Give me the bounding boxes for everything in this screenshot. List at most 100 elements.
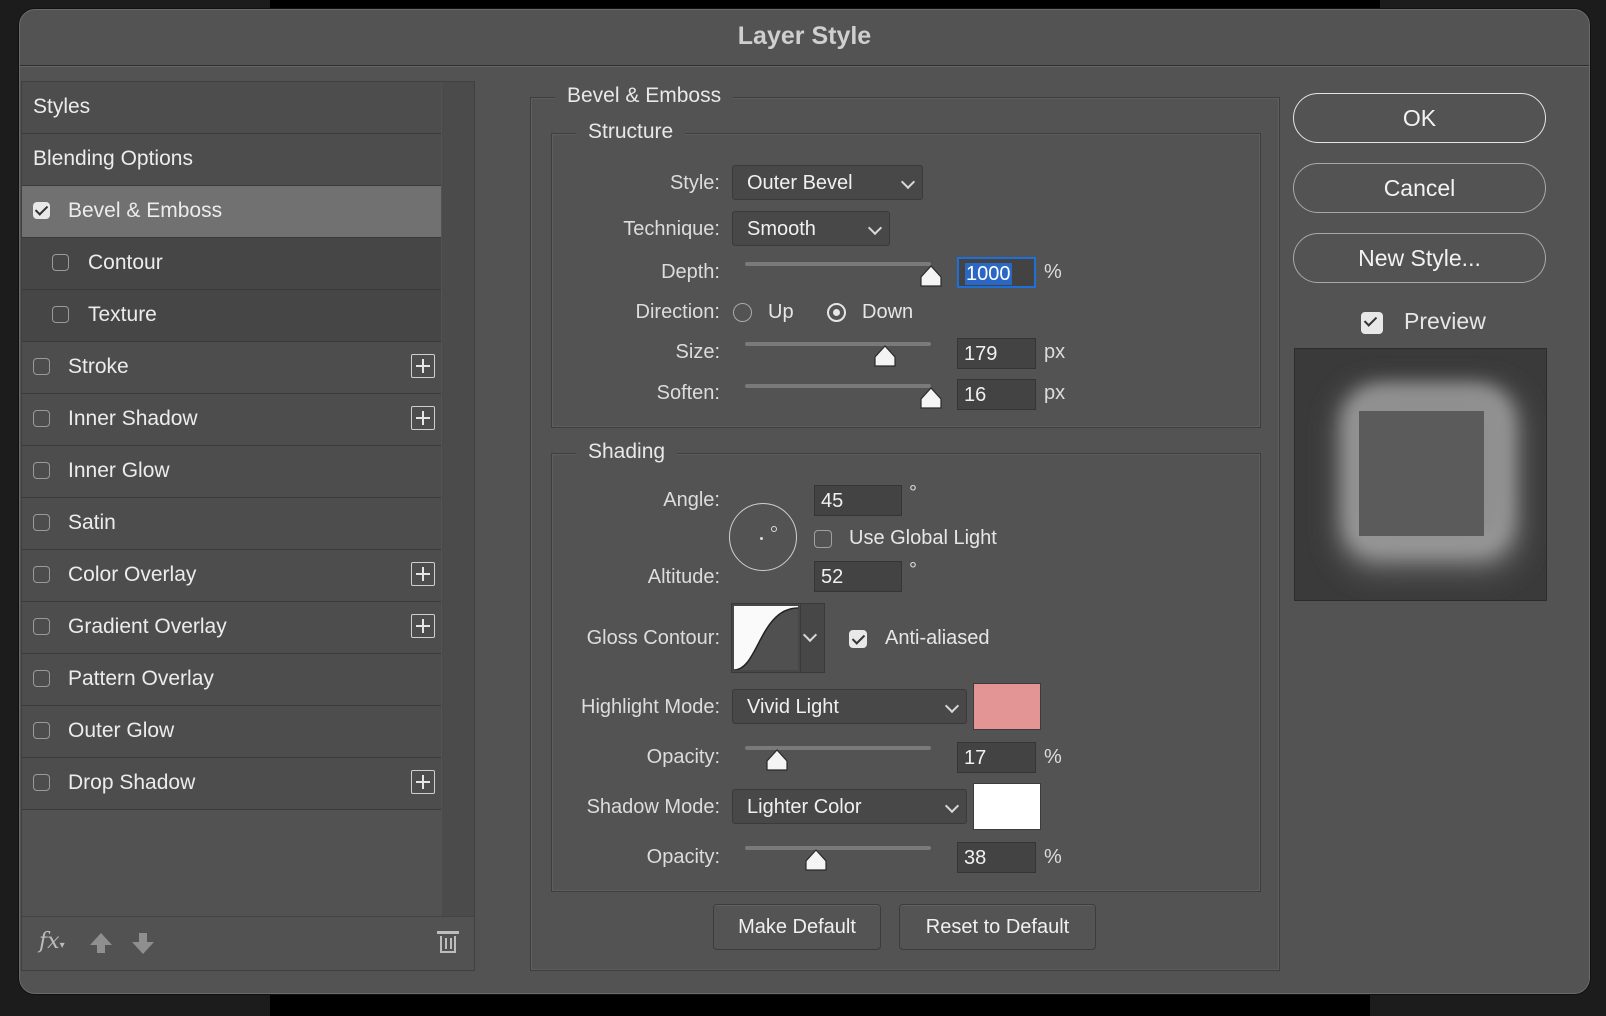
style-item-label: Gradient Overlay [68,615,227,638]
style-label: Style: [669,172,720,194]
direction-up-label: Up [768,301,794,323]
style-item-checkbox[interactable] [33,514,50,531]
anti-aliased-checkbox[interactable] [849,630,867,648]
shadow-opacity-slider[interactable] [745,846,931,850]
chevron-down-icon [900,174,916,190]
style-item-label: Contour [88,251,163,274]
depth-input[interactable]: 1000 [957,257,1036,288]
style-item-outer-glow[interactable]: Outer Glow [22,706,441,758]
altitude-input[interactable]: 52 [814,561,902,592]
style-item-checkbox[interactable] [33,202,50,219]
highlight-opacity-handle[interactable] [766,749,788,771]
highlight-mode-value: Vivid Light [747,696,839,718]
style-item-texture[interactable]: Texture [22,290,441,342]
trash-icon[interactable] [437,931,459,953]
style-item-styles[interactable]: Styles [22,82,441,134]
style-item-bevel-emboss[interactable]: Bevel & Emboss [22,186,441,238]
direction-up-radio[interactable] [733,303,752,322]
shadow-mode-dropdown[interactable]: Lighter Color [732,789,967,824]
preview-checkbox[interactable] [1361,312,1383,334]
style-dropdown[interactable]: Outer Bevel [732,165,923,200]
style-item-checkbox[interactable] [52,306,69,323]
highlight-mode-dropdown[interactable]: Vivid Light [732,689,967,724]
direction-down-label: Down [862,301,914,323]
style-item-label: Blending Options [33,147,193,170]
chevron-down-icon [944,798,960,814]
style-item-pattern-overlay[interactable]: Pattern Overlay [22,654,441,706]
new-style-button[interactable]: New Style... [1293,233,1546,283]
style-item-checkbox[interactable] [33,410,50,427]
make-default-button[interactable]: Make Default [713,904,881,950]
style-item-drop-shadow[interactable]: Drop Shadow [22,758,441,810]
style-item-label: Pattern Overlay [68,667,214,690]
style-item-checkbox[interactable] [33,618,50,635]
style-item-checkbox[interactable] [33,722,50,739]
style-item-checkbox[interactable] [52,254,69,271]
add-icon[interactable] [411,562,435,586]
technique-dropdown[interactable]: Smooth [732,211,890,246]
style-item-color-overlay[interactable]: Color Overlay [22,550,441,602]
preview-label: Preview [1404,308,1486,334]
highlight-opacity-unit: % [1044,746,1062,768]
anti-aliased-label: Anti-aliased [885,627,990,649]
style-item-checkbox[interactable] [33,462,50,479]
highlight-opacity-input[interactable]: 17 [957,742,1036,773]
shadow-color-swatch[interactable] [973,783,1041,830]
add-icon[interactable] [411,406,435,430]
size-unit: px [1044,341,1066,363]
styles-scrollbar[interactable] [442,82,474,916]
add-icon[interactable] [411,614,435,638]
soften-input[interactable]: 16 [957,379,1036,410]
chevron-down-icon [867,220,883,236]
altitude-label: Altitude: [647,566,720,588]
gloss-contour-picker[interactable] [731,603,825,673]
angle-unit: ° [909,482,917,504]
shadow-opacity-handle[interactable] [805,849,827,871]
style-value: Outer Bevel [747,172,853,194]
style-item-satin[interactable]: Satin [22,498,441,550]
style-item-stroke[interactable]: Stroke [22,342,441,394]
style-item-label: Texture [88,303,157,326]
shadow-opacity-input[interactable]: 38 [957,842,1036,873]
soften-slider[interactable] [745,384,931,388]
style-item-checkbox[interactable] [33,566,50,583]
highlight-color-swatch[interactable] [973,683,1041,730]
add-icon[interactable] [411,354,435,378]
style-item-label: Inner Glow [68,459,170,482]
reset-to-default-button[interactable]: Reset to Default [899,904,1096,950]
depth-slider[interactable] [745,262,931,266]
add-icon[interactable] [411,770,435,794]
direction-down-radio[interactable] [827,303,846,322]
chevron-down-icon [802,627,818,643]
angle-dial[interactable] [729,503,797,571]
size-input[interactable]: 179 [957,338,1036,369]
style-item-checkbox[interactable] [33,670,50,687]
move-up-icon[interactable] [90,933,112,953]
ok-button[interactable]: OK [1293,93,1546,143]
use-global-light-checkbox[interactable] [814,530,832,548]
style-item-label: Outer Glow [68,719,175,742]
size-slider-handle[interactable] [873,345,896,367]
style-item-label: Drop Shadow [68,771,196,794]
gloss-contour-label: Gloss Contour: [586,627,720,649]
cancel-button[interactable]: Cancel [1293,163,1546,213]
size-slider[interactable] [745,342,931,346]
angle-input[interactable]: 45 [814,485,902,516]
technique-label: Technique: [623,218,720,240]
style-item-checkbox[interactable] [33,358,50,375]
soften-label: Soften: [656,382,720,404]
fx-menu-button[interactable]: fx▾ [39,929,65,954]
style-item-inner-glow[interactable]: Inner Glow [22,446,441,498]
depth-slider-handle[interactable] [920,265,942,287]
shadow-opacity-label: Opacity: [646,846,720,868]
style-item-contour[interactable]: Contour [22,238,441,290]
style-item-label: Inner Shadow [68,407,198,430]
style-item-label: Bevel & Emboss [68,199,223,222]
soften-slider-handle[interactable] [920,387,942,409]
style-item-gradient-overlay[interactable]: Gradient Overlay [22,602,441,654]
style-item-inner-shadow[interactable]: Inner Shadow [22,394,441,446]
style-item-blending-options[interactable]: Blending Options [22,134,441,186]
shading-title: Shading [576,440,678,464]
dialog-title: Layer Style [20,10,1589,67]
style-item-checkbox[interactable] [33,774,50,791]
